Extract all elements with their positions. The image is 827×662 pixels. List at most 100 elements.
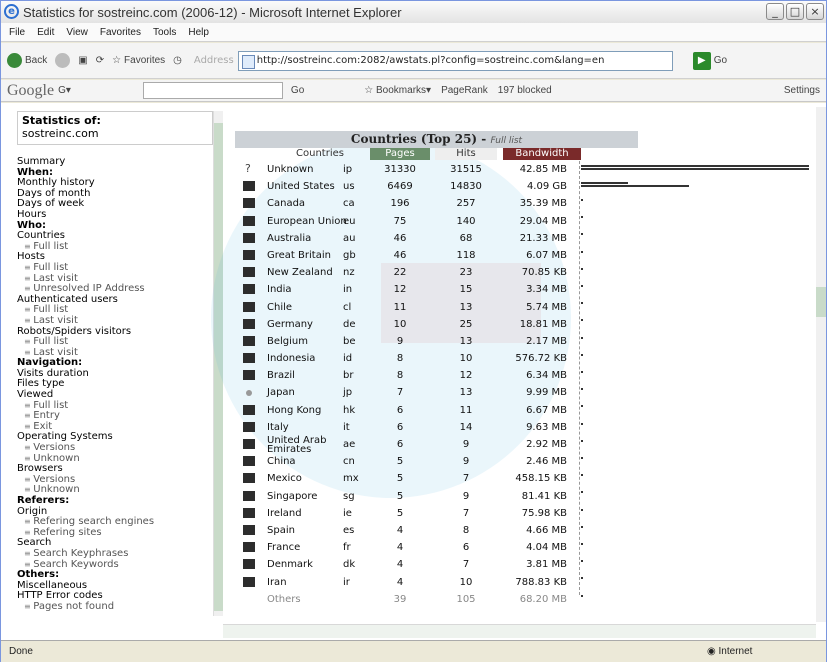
table-header-row: Countries Pages Hits Bandwidth bbox=[235, 148, 817, 160]
code-cell: fr bbox=[343, 542, 351, 554]
flag-icon bbox=[243, 181, 255, 192]
nav-link[interactable]: Full list bbox=[17, 262, 213, 274]
pages-cell: 8 bbox=[396, 353, 404, 365]
full-list-link[interactable]: Full list bbox=[490, 136, 522, 146]
code-cell: sg bbox=[343, 490, 355, 502]
country-cell: Mexico bbox=[267, 473, 302, 485]
country-cell: Denmark bbox=[267, 559, 313, 571]
country-cell: Spain bbox=[267, 524, 295, 536]
nav-link[interactable]: Full list bbox=[17, 241, 213, 253]
bandwidth-cell: 9.63 MB bbox=[526, 421, 567, 433]
country-cell: Indonesia bbox=[267, 353, 316, 365]
country-cell: Ireland bbox=[267, 507, 302, 519]
graph-bar bbox=[581, 577, 583, 580]
country-cell: Great Britain bbox=[267, 249, 331, 261]
hits-cell: 12 bbox=[459, 370, 473, 382]
pages-cell: 7 bbox=[396, 387, 404, 399]
graph-bar bbox=[581, 233, 583, 236]
pages-cell: 4 bbox=[396, 542, 404, 554]
flag-icon bbox=[243, 507, 255, 518]
bandwidth-cell: 18.81 MB bbox=[519, 318, 567, 330]
flag-icon bbox=[243, 301, 255, 312]
country-cell: Canada bbox=[267, 198, 306, 210]
hits-cell: 11 bbox=[459, 404, 473, 416]
history-button[interactable]: ◷ bbox=[173, 55, 182, 66]
minimize-button[interactable]: _ bbox=[766, 3, 784, 20]
graph-bar bbox=[581, 336, 583, 339]
hits-cell: 14830 bbox=[450, 181, 482, 193]
country-cell: United States bbox=[267, 181, 335, 193]
back-button[interactable]: Back bbox=[7, 53, 47, 68]
google-menu-icon[interactable]: G▾ bbox=[58, 85, 71, 96]
bandwidth-cell: 3.81 MB bbox=[526, 559, 567, 571]
pages-cell: 22 bbox=[393, 267, 407, 279]
menu-edit[interactable]: Edit bbox=[37, 27, 54, 38]
forward-button[interactable] bbox=[55, 53, 71, 68]
pages-cell: 5 bbox=[396, 473, 404, 485]
hits-cell: 13 bbox=[459, 335, 473, 347]
menu-tools[interactable]: Tools bbox=[153, 27, 176, 38]
menu-favorites[interactable]: Favorites bbox=[100, 27, 141, 38]
pagerank-button[interactable]: PageRank bbox=[441, 85, 488, 96]
country-cell: Iran bbox=[267, 576, 287, 588]
site-name: sostreinc.com bbox=[22, 127, 99, 140]
close-button[interactable]: × bbox=[806, 3, 824, 20]
graph-bar bbox=[581, 457, 583, 459]
address-input[interactable]: http://sostreinc.com:2082/awstats.pl?con… bbox=[237, 50, 673, 71]
nav-link[interactable]: Summary bbox=[17, 156, 213, 168]
graph-bar bbox=[581, 216, 583, 219]
horizontal-scrollbar[interactable] bbox=[223, 624, 816, 638]
code-cell: eu bbox=[343, 215, 356, 227]
nav-link[interactable]: Search Keyphrases bbox=[17, 548, 213, 560]
country-cell: France bbox=[267, 542, 301, 554]
graph-bar bbox=[581, 508, 583, 511]
zone-indicator: ◉ Internet bbox=[707, 646, 753, 657]
country-cell: Others bbox=[267, 593, 301, 605]
page-content: Statistics of: sostreinc.com Summary When… bbox=[1, 103, 826, 640]
settings-button[interactable]: Settings bbox=[784, 85, 820, 96]
graph-bar bbox=[581, 560, 583, 563]
google-go-button[interactable]: Go bbox=[291, 85, 304, 96]
hits-cell: 13 bbox=[459, 301, 473, 313]
nav-link[interactable]: Last visit bbox=[17, 315, 213, 327]
flag-icon bbox=[243, 524, 255, 535]
favorites-button[interactable]: ☆ Favorites bbox=[112, 55, 165, 66]
go-label[interactable]: Go bbox=[714, 55, 727, 66]
nav-link[interactable]: Pages not found bbox=[17, 601, 213, 613]
hits-cell: 9 bbox=[462, 439, 470, 450]
menu-file[interactable]: File bbox=[9, 27, 25, 38]
menu-help[interactable]: Help bbox=[188, 27, 209, 38]
nav-link[interactable]: Hours bbox=[17, 209, 213, 221]
refresh-button[interactable]: ⟳ bbox=[96, 55, 104, 66]
pages-cell: 5 bbox=[396, 490, 404, 502]
flag-icon bbox=[243, 473, 255, 484]
flag-icon bbox=[243, 370, 255, 381]
stop-button[interactable]: ▣ bbox=[78, 55, 87, 66]
code-cell: id bbox=[343, 353, 353, 365]
pages-cell: 8 bbox=[396, 370, 404, 382]
bandwidth-cell: 68.20 MB bbox=[519, 593, 567, 605]
nav-link[interactable]: Days of week bbox=[17, 199, 213, 210]
code-cell: de bbox=[343, 318, 356, 330]
maximize-button[interactable]: □ bbox=[786, 3, 804, 20]
code-cell: ir bbox=[343, 576, 350, 588]
address-label: Address bbox=[193, 55, 234, 66]
flag-icon bbox=[243, 318, 255, 329]
google-search-input[interactable] bbox=[142, 82, 283, 99]
hits-cell: 7 bbox=[462, 559, 470, 571]
graph-bar bbox=[581, 182, 629, 184]
go-button[interactable]: ▶ bbox=[692, 51, 711, 70]
code-cell: ip bbox=[343, 164, 353, 175]
menu-view[interactable]: View bbox=[66, 27, 88, 38]
star-icon: ☆ bbox=[112, 55, 122, 66]
graph-bar bbox=[581, 199, 583, 201]
country-cell: Singapore bbox=[267, 490, 318, 502]
popup-blocker[interactable]: 197 blocked bbox=[498, 85, 552, 96]
pages-cell: 39 bbox=[393, 593, 407, 605]
bookmarks-button[interactable]: ☆ Bookmarks▾ bbox=[364, 85, 431, 96]
graph-bar bbox=[581, 388, 583, 391]
pages-cell: 5 bbox=[396, 456, 404, 468]
bandwidth-cell: 42.85 MB bbox=[519, 164, 567, 175]
page-scrollbar[interactable] bbox=[816, 107, 826, 622]
country-cell: United Arab Emirates bbox=[267, 435, 327, 455]
